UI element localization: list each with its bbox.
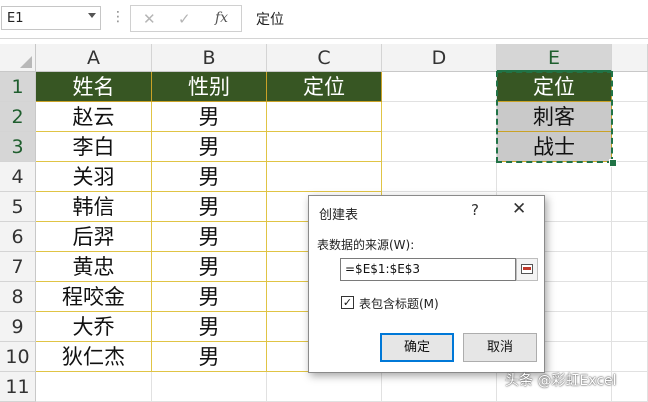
table-header-cell[interactable]: 定位: [267, 72, 382, 102]
close-icon[interactable]: ✕: [512, 199, 526, 219]
table-cell[interactable]: 男: [152, 102, 267, 132]
table-cell[interactable]: 大乔: [36, 312, 152, 342]
table-cell[interactable]: 黄忠: [36, 252, 152, 282]
row-header-3[interactable]: 3: [0, 132, 36, 162]
formula-input[interactable]: 定位: [246, 5, 648, 32]
row-header-1[interactable]: 1: [0, 72, 36, 102]
range-cell[interactable]: 刺客: [497, 102, 612, 132]
table-cell[interactable]: [267, 102, 382, 132]
column-header-a[interactable]: A: [36, 44, 152, 72]
column-header-c[interactable]: C: [267, 44, 382, 72]
watermark: 头条 @彩虹Excel: [505, 373, 617, 389]
grid-cell[interactable]: [612, 282, 648, 312]
table-cell[interactable]: 李白: [36, 132, 152, 162]
table-cell[interactable]: 程咬金: [36, 282, 152, 312]
has-headers-checkbox[interactable]: ✓: [341, 296, 354, 309]
enter-icon[interactable]: ✓: [178, 10, 191, 28]
table-cell[interactable]: [267, 162, 382, 192]
grid-cell[interactable]: [152, 372, 267, 402]
column-header-f[interactable]: [612, 44, 648, 72]
source-range-value: =$E$1:$E$3: [345, 262, 421, 276]
row-header-11[interactable]: 11: [0, 372, 36, 402]
grid-cell[interactable]: [612, 102, 648, 132]
table-cell[interactable]: 男: [152, 342, 267, 372]
source-label: 表数据的来源(W):: [317, 238, 415, 252]
row-header-8[interactable]: 8: [0, 282, 36, 312]
source-range-input[interactable]: =$E$1:$E$3: [340, 258, 516, 281]
cancel-icon[interactable]: ✕: [143, 10, 156, 28]
formula-bar: E1 ⋮ ✕ ✓ fx 定位: [0, 0, 648, 39]
row-header-7[interactable]: 7: [0, 252, 36, 282]
table-cell[interactable]: 后羿: [36, 222, 152, 252]
select-all-corner[interactable]: [0, 44, 36, 72]
row-header-6[interactable]: 6: [0, 222, 36, 252]
row-header-2[interactable]: 2: [0, 102, 36, 132]
row-header-10[interactable]: 10: [0, 342, 36, 372]
table-cell[interactable]: 赵云: [36, 102, 152, 132]
grid-cell[interactable]: [612, 72, 648, 102]
grid-cell[interactable]: [36, 372, 152, 402]
table-cell[interactable]: 狄仁杰: [36, 342, 152, 372]
range-cell[interactable]: 战士: [497, 132, 612, 162]
grid-cell[interactable]: [382, 72, 497, 102]
table-cell[interactable]: 关羽: [36, 162, 152, 192]
name-box-value: E1: [7, 11, 24, 26]
table-cell[interactable]: 男: [152, 132, 267, 162]
table-cell[interactable]: 男: [152, 222, 267, 252]
grid-cell[interactable]: [612, 132, 648, 162]
grid-cell[interactable]: [382, 162, 497, 192]
grid-cell[interactable]: [382, 102, 497, 132]
grid-cell[interactable]: [612, 162, 648, 192]
name-box[interactable]: E1: [1, 6, 101, 30]
ok-button[interactable]: 确定: [380, 333, 454, 362]
column-header-b[interactable]: B: [152, 44, 267, 72]
grid-cell[interactable]: [612, 342, 648, 372]
table-cell[interactable]: 韩信: [36, 192, 152, 222]
column-header-d[interactable]: D: [382, 44, 497, 72]
table-cell[interactable]: 男: [152, 252, 267, 282]
cancel-button[interactable]: 取消: [463, 333, 537, 362]
grid-cell[interactable]: [267, 372, 382, 402]
range-select-mark: [523, 267, 531, 270]
has-headers-label: 表包含标题(M): [359, 297, 439, 311]
table-cell[interactable]: 男: [152, 282, 267, 312]
table-header-cell[interactable]: 姓名: [36, 72, 152, 102]
grid-cell[interactable]: [612, 192, 648, 222]
grid-cell[interactable]: [612, 372, 648, 402]
row-header-5[interactable]: 5: [0, 192, 36, 222]
grid-cell[interactable]: [612, 312, 648, 342]
drag-handle-icon[interactable]: ⋮: [111, 8, 125, 26]
chevron-down-icon[interactable]: [88, 13, 96, 18]
grid-cell[interactable]: [497, 162, 612, 192]
table-cell[interactable]: 男: [152, 192, 267, 222]
formula-buttons: ✕ ✓ fx: [130, 5, 242, 32]
insert-function-icon[interactable]: fx: [215, 10, 228, 26]
range-header-cell[interactable]: 定位: [497, 72, 612, 102]
dialog-title: 创建表: [319, 208, 359, 223]
row-header-4[interactable]: 4: [0, 162, 36, 192]
grid-cell[interactable]: [382, 132, 497, 162]
grid-cell[interactable]: [612, 252, 648, 282]
grid-cell[interactable]: [612, 222, 648, 252]
create-table-dialog: 创建表 ? ✕ 表数据的来源(W): =$E$1:$E$3 ✓ 表包含标题(M)…: [308, 195, 545, 373]
column-header-e[interactable]: E: [497, 44, 612, 72]
table-cell[interactable]: [267, 132, 382, 162]
grid-cell[interactable]: [382, 372, 497, 402]
table-cell[interactable]: 男: [152, 312, 267, 342]
collapse-dialog-button[interactable]: [516, 258, 538, 281]
table-cell[interactable]: 男: [152, 162, 267, 192]
table-header-cell[interactable]: 性别: [152, 72, 267, 102]
select-all-icon: [20, 56, 32, 68]
row-header-9[interactable]: 9: [0, 312, 36, 342]
help-icon[interactable]: ?: [471, 201, 479, 219]
formula-value: 定位: [256, 12, 284, 28]
